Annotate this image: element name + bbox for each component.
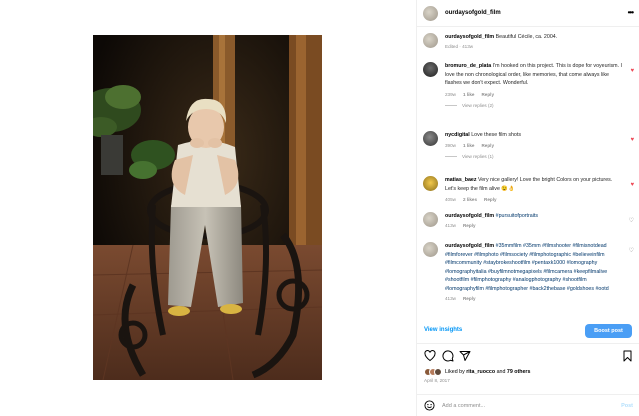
heart-outline-icon[interactable]: ♡	[629, 248, 634, 254]
reply-button[interactable]: Reply	[481, 91, 494, 98]
commenter-username[interactable]: nycdigital	[445, 132, 470, 138]
comment-text: Love these film shots	[471, 132, 521, 138]
post-date[interactable]: April 8, 2017	[424, 378, 450, 383]
post-photo[interactable]	[93, 35, 322, 380]
replies-divider	[445, 155, 457, 157]
replies-divider	[445, 104, 457, 106]
media-pane	[0, 0, 416, 416]
likes-others-link[interactable]: 79 others	[507, 369, 531, 375]
actions-divider	[417, 343, 639, 344]
view-replies-label: View replies (2)	[462, 102, 494, 108]
comment-likes[interactable]: 1 like	[463, 142, 475, 149]
comment-likes[interactable]: 2 likes	[463, 196, 477, 203]
commenter-avatar[interactable]	[423, 131, 438, 146]
add-comment-bar: Add a comment... Post	[417, 394, 639, 416]
likes-text: Liked by rita_ruocco and 79 others	[445, 369, 530, 375]
comment-meta: 390w 1 like Reply	[445, 142, 624, 149]
heart-outline-icon[interactable]: ♡	[629, 218, 634, 224]
caption-edited-age: Edited · 413w	[445, 43, 474, 49]
view-replies-label: View replies (1)	[462, 153, 494, 159]
commenter-username[interactable]: ourdaysofgold_film	[445, 243, 494, 249]
comment-age[interactable]: 413w	[445, 222, 456, 229]
comment-age[interactable]: 413w	[445, 295, 456, 302]
comment-item: bromuro_de_plata I'm hooked on this proj…	[423, 62, 636, 108]
comment-item: ourdaysofgold_film #35mmfilm #35mm #film…	[423, 242, 636, 302]
add-comment-input[interactable]: Add a comment...	[442, 403, 485, 409]
reply-button[interactable]: Reply	[481, 142, 494, 149]
author-username[interactable]: ourdaysofgold_film	[445, 10, 501, 16]
comment-age[interactable]: 239w	[445, 91, 456, 98]
view-replies-button[interactable]: View replies (1)	[445, 154, 636, 159]
liker-avatar[interactable]	[434, 368, 442, 376]
caption-text: Beautiful Cécile, ca. 2004.	[495, 34, 558, 40]
bookmark-icon[interactable]	[622, 350, 633, 362]
caption-avatar[interactable]	[423, 33, 438, 48]
author-avatar[interactable]	[423, 5, 438, 21]
commenter-avatar[interactable]	[423, 242, 438, 257]
comment-item: nycdigital Love these film shots 390w 1 …	[423, 131, 636, 159]
photo-illustration	[93, 35, 322, 380]
emoji-icon[interactable]	[424, 400, 435, 411]
comment-item: matias_baez Very nice gallery! Love the …	[423, 176, 636, 203]
likes-summary: Liked by rita_ruocco and 79 others	[424, 368, 530, 376]
reply-button[interactable]: Reply	[463, 222, 476, 229]
hashtag-link[interactable]: #pursuitofportraits	[496, 213, 538, 219]
commenter-avatar[interactable]	[423, 212, 438, 227]
comment-meta: 413w Reply	[445, 295, 624, 302]
comment-likes[interactable]: 1 like	[463, 91, 475, 98]
post-side-panel: ourdaysofgold_film ••• ourdaysofgold_fil…	[416, 0, 639, 416]
commenter-username[interactable]: matias_baez	[445, 177, 477, 183]
liker-username[interactable]: rita_ruocco	[466, 369, 495, 375]
hashtag-list[interactable]: #35mmfilm #35mm #filmshooter #filmisnotd…	[445, 243, 609, 292]
comment-age[interactable]: 405w	[445, 196, 456, 203]
reply-button[interactable]: Reply	[484, 196, 497, 203]
reply-button[interactable]: Reply	[463, 295, 476, 302]
action-bar	[424, 350, 633, 362]
comment-item: ourdaysofgold_film #pursuitofportraits 4…	[423, 212, 636, 229]
post-comment-button[interactable]: Post	[621, 403, 633, 409]
view-insights-link[interactable]: View insights	[424, 327, 462, 333]
post-header: ourdaysofgold_film •••	[417, 0, 639, 27]
commenter-avatar[interactable]	[423, 176, 438, 191]
share-icon[interactable]	[459, 350, 471, 362]
view-replies-button[interactable]: View replies (2)	[445, 103, 636, 108]
commenter-username[interactable]: ourdaysofgold_film	[445, 213, 494, 219]
heart-icon[interactable]	[424, 350, 436, 362]
caption: ourdaysofgold_film Beautiful Cécile, ca.…	[423, 33, 636, 50]
commenter-username[interactable]: bromuro_de_plata	[445, 63, 491, 69]
caption-username[interactable]: ourdaysofgold_film	[445, 34, 494, 40]
boost-post-button[interactable]: Boost post	[585, 324, 632, 338]
likes-and: and	[496, 369, 506, 375]
comment-age[interactable]: 390w	[445, 142, 456, 149]
heart-icon[interactable]: ♥	[630, 182, 634, 188]
heart-icon[interactable]: ♥	[630, 137, 634, 143]
comment-meta: 413w Reply	[445, 222, 624, 229]
commenter-avatar[interactable]	[423, 62, 438, 77]
comment-icon[interactable]	[442, 350, 454, 362]
comment-meta: 239w 1 like Reply	[445, 91, 624, 98]
likes-prefix: Liked by	[445, 369, 465, 375]
comment-meta: 405w 2 likes Reply	[445, 196, 624, 203]
caption-meta: Edited · 413w	[445, 43, 624, 50]
more-options-icon[interactable]: •••	[628, 9, 634, 17]
heart-icon[interactable]: ♥	[630, 68, 634, 74]
